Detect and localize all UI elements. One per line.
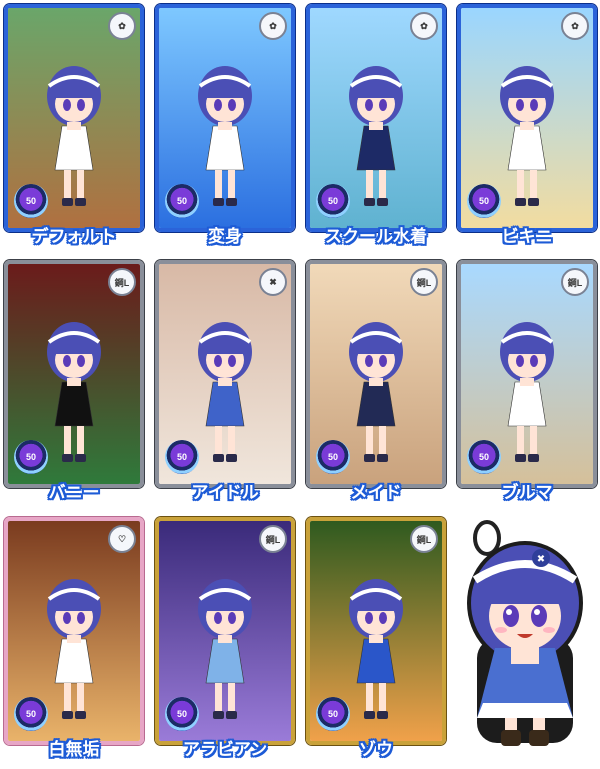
card-emblem-icon: 鋼L [561, 268, 589, 296]
level-badge: 50 [165, 184, 199, 218]
level-badge: 50 [165, 697, 199, 731]
costume-card[interactable]: ♡ 50 [4, 517, 144, 745]
costume-name-label: ゾウ [359, 740, 393, 760]
costume-name-label: 変身 [208, 227, 242, 247]
card-emblem-icon: 鋼L [410, 525, 438, 553]
svg-text:✖: ✖ [537, 554, 545, 565]
level-badge: 50 [316, 697, 350, 731]
card-emblem-icon: 鋼L [410, 268, 438, 296]
card-emblem-icon: ✿ [561, 12, 589, 40]
level-badge: 50 [467, 184, 501, 218]
card-emblem-icon: ✿ [259, 12, 287, 40]
costume-name-label: デフォルト [31, 227, 117, 247]
costume-name-label: アイドル [191, 483, 259, 503]
costume-card[interactable]: ✿ 50 [4, 4, 144, 232]
costume-name-label: スクール水着 [325, 227, 427, 247]
level-badge: 50 [14, 184, 48, 218]
level-badge: 50 [14, 440, 48, 474]
strap-illustration: ✖ [467, 520, 583, 746]
character-sprite [47, 579, 101, 719]
costume-card[interactable]: ✿ 50 [457, 4, 597, 232]
character-sprite [500, 66, 554, 206]
costume-name-label: ブルマ [501, 483, 553, 503]
costume-name-label: ビキニ [501, 227, 553, 247]
costume-card[interactable]: ✖ 50 [155, 260, 295, 488]
character-sprite [47, 322, 101, 462]
costume-card[interactable]: 鋼L 50 [155, 517, 295, 745]
character-sprite [349, 322, 403, 462]
character-sprite [198, 66, 252, 206]
costume-name-label: バニー [48, 483, 100, 503]
costume-name-label: メイド [350, 483, 402, 503]
level-badge: 50 [316, 184, 350, 218]
costume-name-label: アラビアン [182, 740, 268, 760]
character-sprite [198, 579, 252, 719]
card-emblem-icon: 鋼L [108, 268, 136, 296]
character-sprite [198, 322, 252, 462]
card-emblem-icon: ✿ [108, 12, 136, 40]
card-emblem-icon: ♡ [108, 525, 136, 553]
costume-card[interactable]: ✿ 50 [155, 4, 295, 232]
card-emblem-icon: ✖ [259, 268, 287, 296]
character-sprite [349, 66, 403, 206]
card-emblem-icon: ✿ [410, 12, 438, 40]
character-sprite [500, 322, 554, 462]
costume-card[interactable]: 鋼L 50 [306, 517, 446, 745]
card-emblem-icon: 鋼L [259, 525, 287, 553]
costume-card[interactable]: ✿ 50 [306, 4, 446, 232]
costume-card[interactable]: 鋼L 50 [306, 260, 446, 488]
level-badge: 50 [165, 440, 199, 474]
level-badge: 50 [14, 697, 48, 731]
costume-name-label: 白無垢 [48, 740, 100, 760]
costume-card[interactable]: 鋼L 50 [4, 260, 144, 488]
level-badge: 50 [316, 440, 350, 474]
costume-card[interactable]: 鋼L 50 [457, 260, 597, 488]
character-sprite [47, 66, 101, 206]
level-badge: 50 [467, 440, 501, 474]
character-sprite [349, 579, 403, 719]
rubber-strap-mascot: ✖ [455, 518, 595, 758]
